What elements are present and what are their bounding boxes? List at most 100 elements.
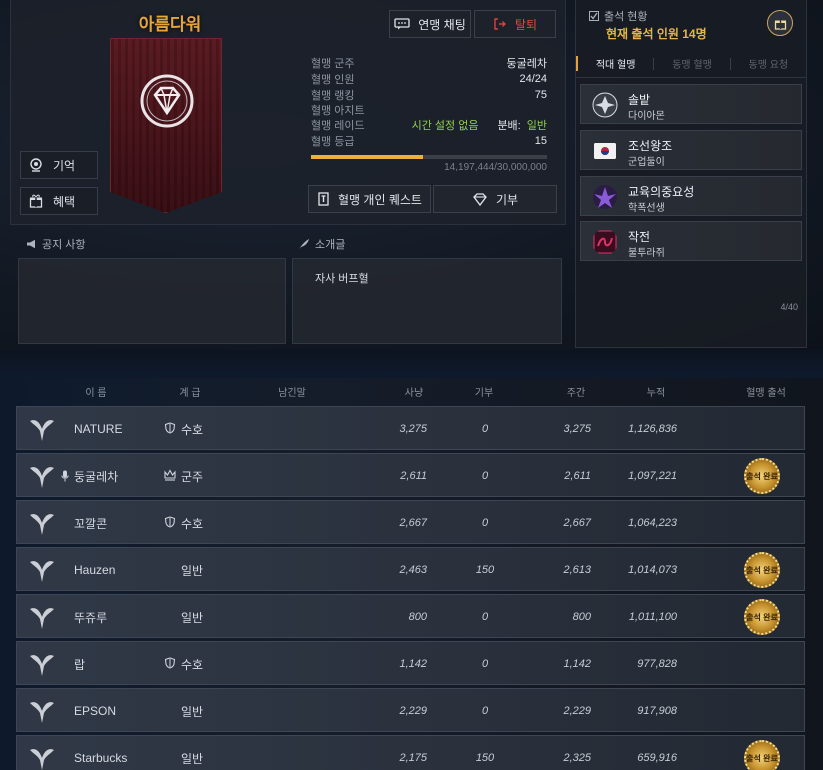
column-donate: 기부 bbox=[474, 388, 494, 399]
notice-title: 공지 사항 bbox=[26, 236, 86, 252]
enemy-guild-name: 솔밭 bbox=[628, 93, 651, 107]
shield-icon bbox=[164, 657, 176, 669]
members-count-value: 24/24 bbox=[519, 72, 547, 85]
member-name: 랍 bbox=[74, 657, 86, 672]
member-rank: 일반 bbox=[181, 563, 204, 578]
attendance-reward-button[interactable] bbox=[767, 10, 793, 36]
attendance-complete-stamp: 출석 완료 bbox=[744, 552, 780, 588]
member-row[interactable]: 둥굴레차 군주 2,611 0 2,611 1,097,221 출석 완료 bbox=[16, 453, 805, 497]
shield-icon bbox=[164, 516, 176, 528]
shield-icon bbox=[164, 422, 176, 434]
member-hunt: 2,229 bbox=[399, 705, 427, 717]
enemy-guild-item[interactable]: 솔밭 다이아몬 bbox=[580, 84, 802, 124]
member-row[interactable]: 꼬깔콘 수호 2,667 0 2,667 1,064,223 bbox=[16, 500, 805, 544]
member-hunt: 1,142 bbox=[399, 658, 427, 670]
enemy-guild-lord: 학폭선생 bbox=[628, 203, 665, 214]
member-crest-icon bbox=[30, 420, 54, 441]
member-crest-icon bbox=[30, 608, 54, 629]
intro-content: 자사 버프혈 bbox=[315, 273, 369, 285]
member-row[interactable]: Hauzen 일반 2,463 150 2,613 1,014,073 출석 완료 bbox=[16, 547, 805, 591]
benefit-label: 혜택 bbox=[53, 194, 76, 209]
intro-title: 소개글 bbox=[298, 236, 345, 252]
diamond-icon bbox=[473, 192, 487, 206]
member-row[interactable]: EPSON 일반 2,229 0 2,229 917,908 bbox=[16, 688, 805, 732]
enemy-guild-item[interactable]: 교육의중요성 학폭선생 bbox=[580, 176, 802, 216]
alliance-chat-button[interactable]: 연맹 채팅 bbox=[389, 10, 471, 38]
notice-box bbox=[18, 258, 286, 344]
member-total: 1,064,223 bbox=[628, 517, 677, 529]
personal-quest-label: 혈맹 개인 퀘스트 bbox=[338, 192, 422, 207]
alliance-chat-label: 연맹 채팅 bbox=[418, 17, 466, 32]
microphone-icon bbox=[61, 470, 69, 482]
tab-ally-guild[interactable]: 동맹 혈맹 bbox=[654, 56, 729, 71]
member-hunt: 800 bbox=[408, 611, 427, 623]
quest-scroll-icon bbox=[318, 192, 329, 206]
member-row[interactable]: NATURE 수호 3,275 0 3,275 1,126,836 bbox=[16, 406, 805, 450]
info-row-ranking: 혈맹 랭킹 75 bbox=[311, 87, 547, 102]
member-hunt: 2,463 bbox=[399, 564, 427, 576]
hideout-label: 혈맹 아지트 bbox=[311, 104, 365, 117]
chat-icon bbox=[394, 18, 410, 30]
benefit-button[interactable]: 혜택 bbox=[20, 187, 98, 215]
member-weekly: 800 bbox=[572, 611, 591, 623]
grade-value: 15 bbox=[534, 134, 547, 147]
guild-exp-fill bbox=[311, 155, 423, 159]
lord-label: 혈맹 군주 bbox=[311, 57, 355, 70]
memory-button[interactable]: 기억 bbox=[20, 151, 98, 179]
info-row-hideout: 혈맹 아지트 bbox=[311, 102, 547, 117]
leave-guild-label: 탈퇴 bbox=[514, 17, 538, 32]
enemy-guild-item[interactable]: 조선왕조 군업둘이 bbox=[580, 130, 802, 170]
member-name: 둥굴레차 bbox=[74, 469, 119, 484]
info-row-lord: 혈맹 군주 둥굴레차 bbox=[311, 55, 547, 70]
member-row[interactable]: 뚜쥬루 일반 800 0 800 1,011,100 출석 완료 bbox=[16, 594, 805, 638]
enemy-guild-name: 작전 bbox=[628, 230, 651, 244]
enemy-crest-icon bbox=[592, 92, 618, 118]
member-row[interactable]: 랍 수호 1,142 0 1,142 977,828 bbox=[16, 641, 805, 685]
member-total: 1,097,221 bbox=[628, 470, 677, 482]
enemy-guild-lord: 다이아몬 bbox=[628, 111, 665, 122]
grade-label: 혈맹 등급 bbox=[311, 135, 355, 148]
info-row-raid: 혈맹 레이드 시간 설정 없음 분배: 일반 bbox=[311, 117, 547, 132]
member-name: Hauzen bbox=[74, 563, 116, 577]
enemy-guild-lord: 군업둘이 bbox=[628, 157, 665, 168]
member-rank: 군주 bbox=[181, 469, 204, 484]
member-donate: 0 bbox=[481, 517, 489, 529]
donate-label: 기부 bbox=[495, 192, 519, 207]
gift-icon bbox=[29, 194, 43, 208]
memory-icon bbox=[30, 158, 42, 172]
diamond-emblem-icon bbox=[140, 74, 194, 128]
raid-value: 시간 설정 없음 bbox=[411, 119, 479, 132]
info-row-grade: 혈맹 등급 15 bbox=[311, 133, 547, 148]
member-crest-icon bbox=[30, 561, 54, 582]
member-weekly: 3,275 bbox=[563, 423, 591, 435]
tab-ally-request[interactable]: 동맹 요청 bbox=[731, 56, 806, 71]
member-donate: 0 bbox=[481, 611, 489, 623]
member-weekly: 2,229 bbox=[563, 705, 591, 717]
intro-box: 자사 버프혈 bbox=[292, 258, 562, 344]
enemy-guild-name: 조선왕조 bbox=[628, 139, 673, 153]
intro-title-text: 소개글 bbox=[315, 239, 346, 251]
donate-button[interactable]: 기부 bbox=[433, 185, 557, 213]
enemy-guild-item[interactable]: 작전 불투라쥐 bbox=[580, 221, 802, 261]
member-name: NATURE bbox=[74, 422, 123, 436]
member-row[interactable]: Starbucks 일반 2,175 150 2,325 659,916 출석 완료 bbox=[16, 735, 805, 770]
column-attend: 혈맹 출석 bbox=[746, 388, 786, 399]
column-hunt: 사냥 bbox=[404, 388, 424, 399]
member-crest-icon bbox=[30, 702, 54, 723]
checkbox-icon bbox=[589, 11, 599, 21]
gift-box-icon bbox=[774, 19, 786, 30]
attendance-complete-stamp: 출석 완료 bbox=[744, 458, 780, 494]
member-weekly: 2,667 bbox=[563, 517, 591, 529]
personal-quest-button[interactable]: 혈맹 개인 퀘스트 bbox=[308, 185, 431, 213]
leave-guild-button[interactable]: 탈퇴 bbox=[474, 10, 556, 38]
leave-icon bbox=[494, 18, 506, 30]
quill-icon bbox=[299, 239, 309, 249]
member-weekly: 2,611 bbox=[564, 470, 591, 482]
member-rank: 수호 bbox=[181, 422, 204, 437]
tab-enemy-guild[interactable]: 적대 혈맹 bbox=[576, 56, 653, 71]
enemy-guild-lord: 불투라쥐 bbox=[628, 248, 665, 259]
ranking-label: 혈맹 랭킹 bbox=[311, 89, 355, 102]
member-rank: 일반 bbox=[181, 610, 204, 625]
member-donate: 0 bbox=[481, 658, 489, 670]
attendance-count: 현재 출석 인원 14명 bbox=[606, 27, 707, 41]
